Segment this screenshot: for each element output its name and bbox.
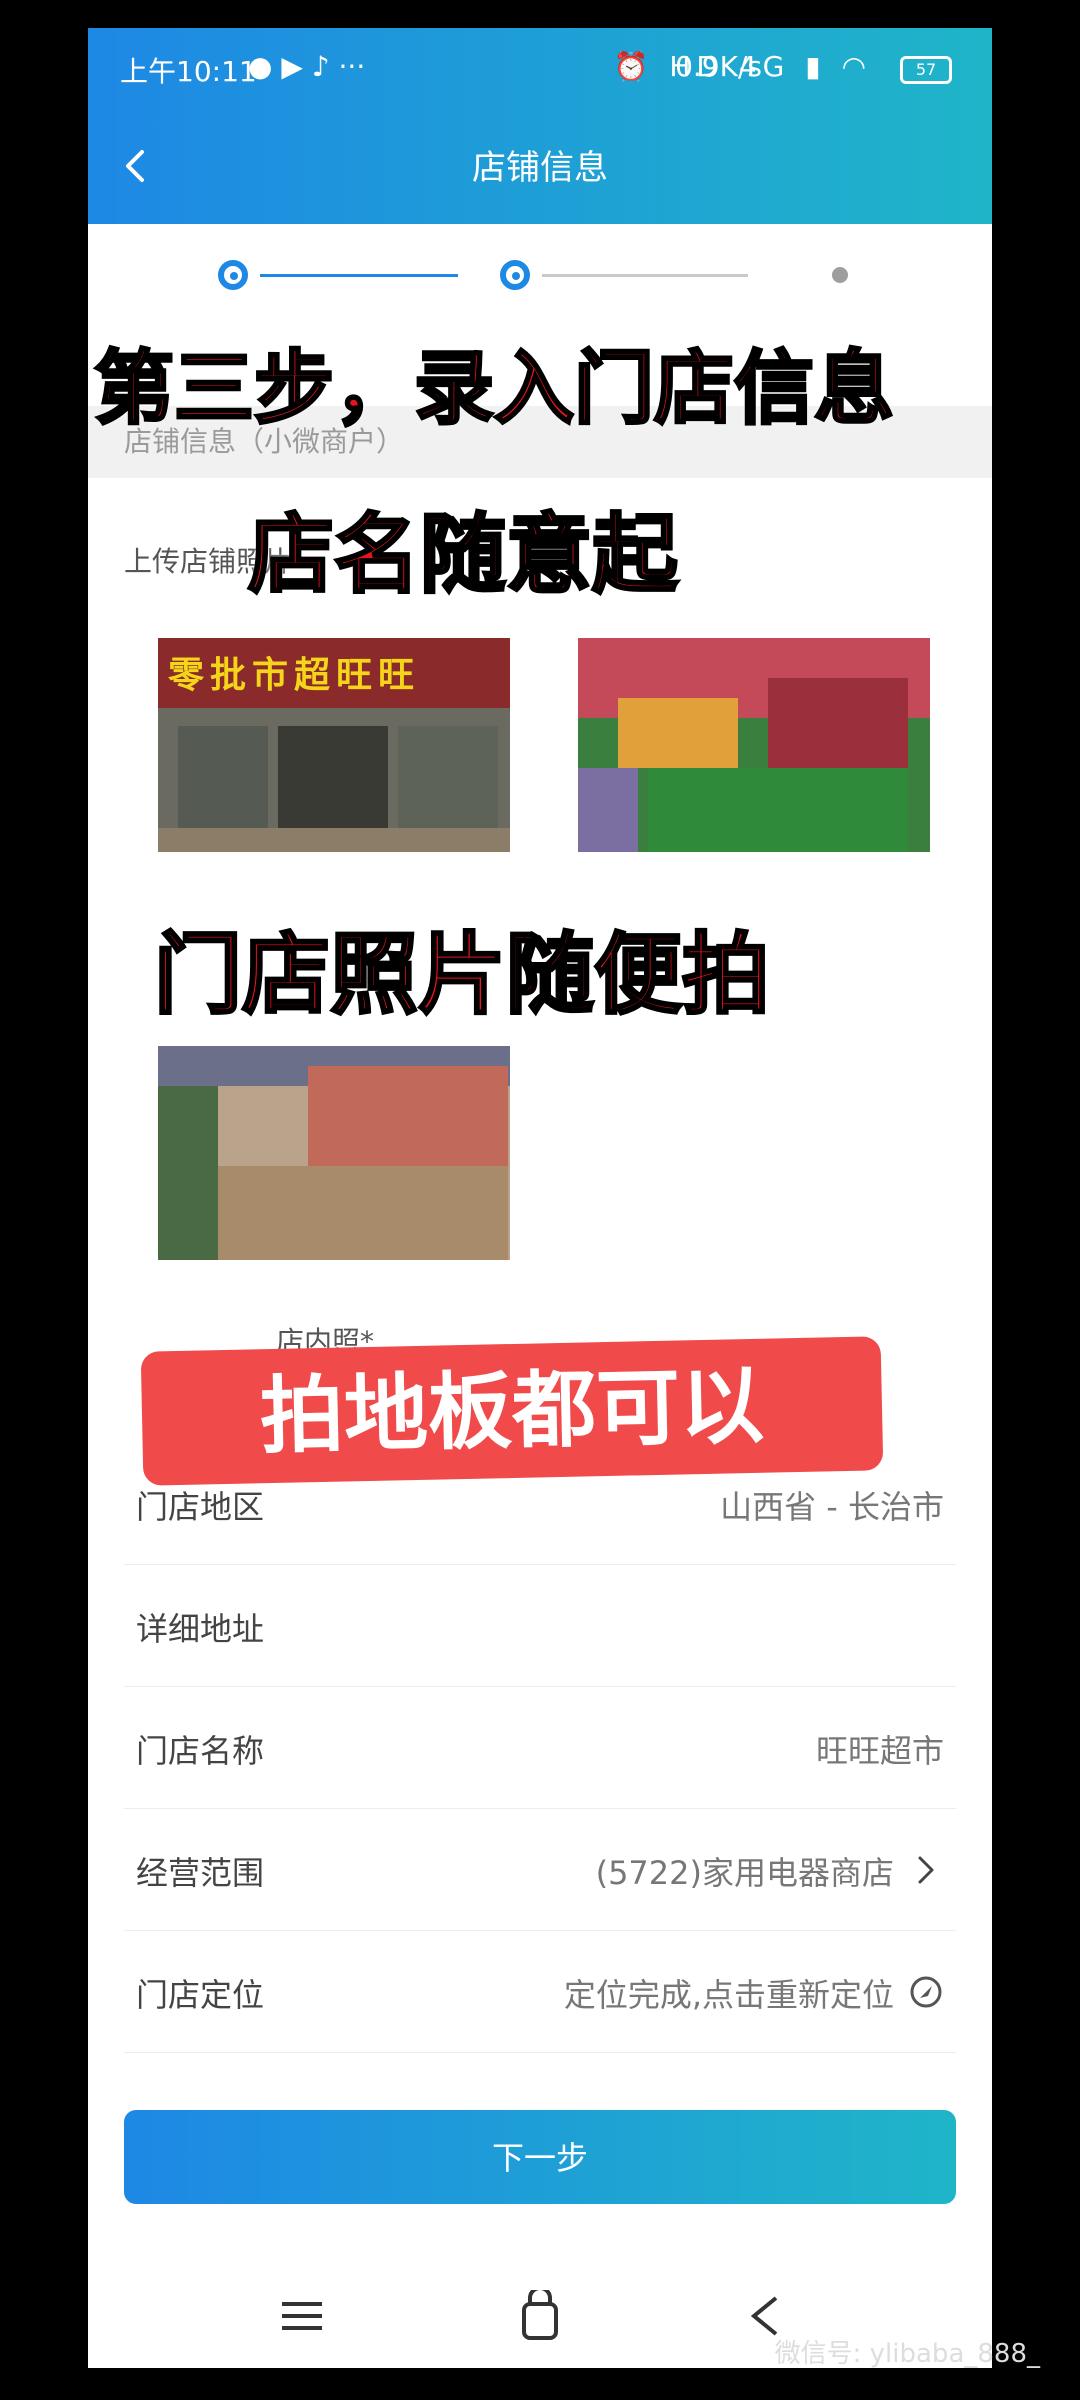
overlay-step-three: 第三步，录入门店信息 (93, 341, 896, 437)
home-icon[interactable] (516, 2290, 564, 2342)
detail-address-label: 详细地址 (136, 1610, 265, 1648)
store-region-value: 山西省 - 长治市 (720, 1488, 944, 1526)
battery-icon: 57 (900, 56, 952, 84)
interior-photo[interactable] (158, 1046, 510, 1260)
overlay-photo-tip: 门店照片随便拍 (152, 922, 771, 1028)
business-scope-label: 经营范围 (136, 1854, 265, 1892)
row-detail-address[interactable]: 详细地址 (124, 1564, 956, 1687)
step-line-2 (542, 274, 748, 277)
row-store-name[interactable]: 门店名称 旺旺超市 (124, 1686, 956, 1809)
chevron-right-icon (918, 1856, 934, 1884)
step-1-dot (218, 260, 248, 290)
watermark: 微信号: ylibaba_888_ (774, 2339, 1040, 2369)
app-header: 上午10:11 ● ▶ ♪ ··· 0.9K/s ⏰ HD 4G ▮ ◠ 57 … (88, 28, 992, 224)
store-sign-text: 零批市超旺旺 (168, 655, 421, 696)
row-business-scope[interactable]: 经营范围 (5722)家用电器商店 (124, 1808, 956, 1931)
locate-icon[interactable] (908, 1974, 944, 2010)
status-app-icons: ● ▶ ♪ ··· (248, 50, 366, 83)
store-region-label: 门店地区 (136, 1488, 265, 1526)
phone-screen: 上午10:11 ● ▶ ♪ ··· 0.9K/s ⏰ HD 4G ▮ ◠ 57 … (88, 28, 992, 2368)
store-name-label: 门店名称 (136, 1732, 265, 1770)
status-bar: 上午10:11 ● ▶ ♪ ··· 0.9K/s ⏰ HD 4G ▮ ◠ 57 (88, 28, 992, 108)
overlay-floor-tip: 拍地板都可以 (140, 1336, 884, 1486)
storefront-photo[interactable]: 零批市超旺旺 (158, 638, 510, 852)
step-2-dot (500, 260, 530, 290)
store-location-value: 定位完成,点击重新定位 (563, 1976, 894, 2014)
store-name-value[interactable]: 旺旺超市 (816, 1726, 944, 1772)
step-line-1 (260, 274, 458, 277)
overlay-store-name-tip: 店名随意起 (247, 504, 680, 607)
page-title: 店铺信息 (472, 148, 608, 188)
business-scope-value: (5722)家用电器商店 (595, 1854, 894, 1892)
row-store-location[interactable]: 门店定位 定位完成,点击重新定位 (124, 1930, 956, 2053)
status-system-icons: ⏰ HD 4G ▮ ◠ (613, 50, 872, 83)
status-time: 上午10:11 (120, 55, 257, 88)
next-step-button[interactable]: 下一步 (124, 2110, 956, 2204)
store-location-label: 门店定位 (136, 1976, 265, 2014)
step-3-dot (832, 267, 848, 283)
goods-photo[interactable] (578, 638, 930, 852)
menu-icon[interactable] (278, 2290, 326, 2342)
